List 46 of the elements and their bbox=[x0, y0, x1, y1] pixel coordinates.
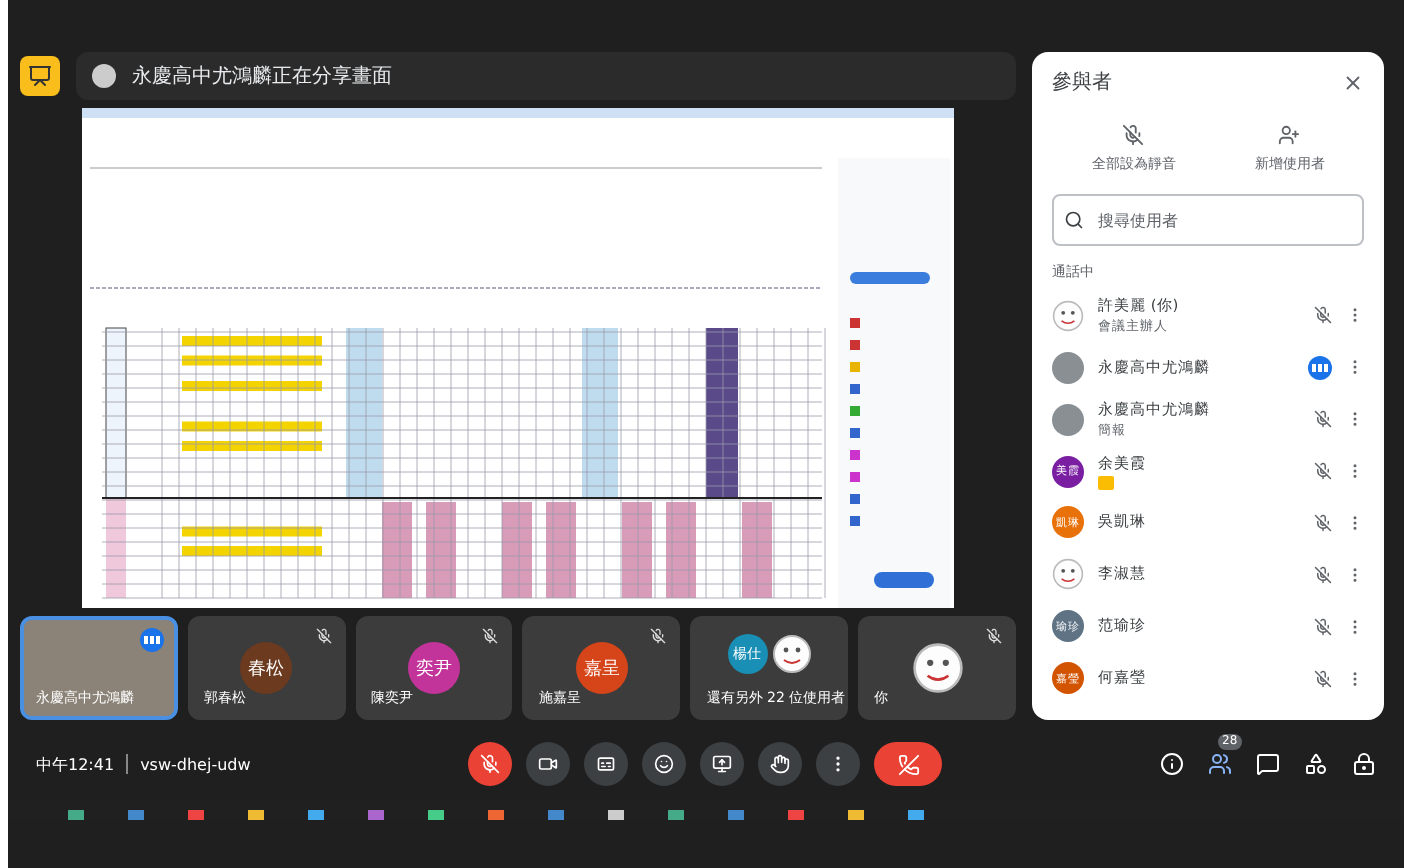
avatar-icon bbox=[92, 64, 116, 88]
search-icon bbox=[1064, 210, 1084, 230]
raise-hand-button[interactable] bbox=[758, 742, 803, 786]
people-button[interactable] bbox=[1208, 752, 1232, 776]
info-button[interactable] bbox=[1160, 752, 1184, 776]
camera-button[interactable] bbox=[526, 742, 571, 786]
lock-icon bbox=[1352, 752, 1376, 776]
cartoon-avatar-icon bbox=[771, 634, 812, 674]
avatar-photo-placeholder bbox=[1052, 351, 1084, 384]
captions-icon bbox=[596, 754, 617, 774]
people-icon bbox=[1208, 752, 1232, 776]
cartoon-avatar-icon bbox=[911, 642, 964, 694]
captions-button[interactable] bbox=[584, 742, 629, 786]
emoji-button[interactable] bbox=[642, 742, 687, 786]
close-button[interactable] bbox=[1342, 71, 1364, 93]
avatar-photo-placeholder bbox=[1052, 403, 1084, 436]
shapes-icon bbox=[1304, 752, 1328, 776]
presentation-icon bbox=[28, 64, 52, 88]
clock-text: 中午12:41 bbox=[36, 753, 115, 775]
meeting-code: vsw-dhej-udw bbox=[140, 755, 251, 773]
search-field[interactable]: 搜尋使用者 bbox=[1052, 194, 1364, 246]
mic-off-icon bbox=[480, 754, 501, 774]
activities-button[interactable] bbox=[1304, 752, 1328, 776]
chat-icon bbox=[1256, 752, 1280, 776]
camera-icon bbox=[538, 754, 559, 774]
avatar: 春松 bbox=[240, 642, 293, 694]
add-person-icon bbox=[1278, 124, 1301, 146]
presentation-button[interactable] bbox=[20, 56, 60, 96]
present-icon bbox=[712, 754, 733, 774]
panel-title: 參與者 bbox=[1052, 69, 1112, 96]
smile-icon bbox=[654, 754, 675, 774]
presenting-text: 永慶高中尤鴻麟正在分享畫面 bbox=[132, 63, 392, 90]
cartoon-avatar-icon bbox=[1052, 299, 1084, 332]
host-controls-button[interactable] bbox=[1352, 752, 1376, 776]
info-icon bbox=[1160, 752, 1184, 776]
chat-button[interactable] bbox=[1256, 752, 1280, 776]
leave-call-button[interactable] bbox=[874, 742, 943, 786]
present-button[interactable] bbox=[700, 742, 745, 786]
hand-icon bbox=[770, 754, 791, 774]
avatar: 奕尹 bbox=[408, 642, 461, 694]
close-icon bbox=[1342, 71, 1364, 93]
phone-off-icon bbox=[897, 753, 920, 775]
microphone-button[interactable] bbox=[468, 742, 513, 786]
avatar: 嘉呈 bbox=[575, 642, 628, 694]
cartoon-avatar-icon bbox=[1052, 558, 1084, 591]
mic-off-icon bbox=[1122, 124, 1145, 146]
